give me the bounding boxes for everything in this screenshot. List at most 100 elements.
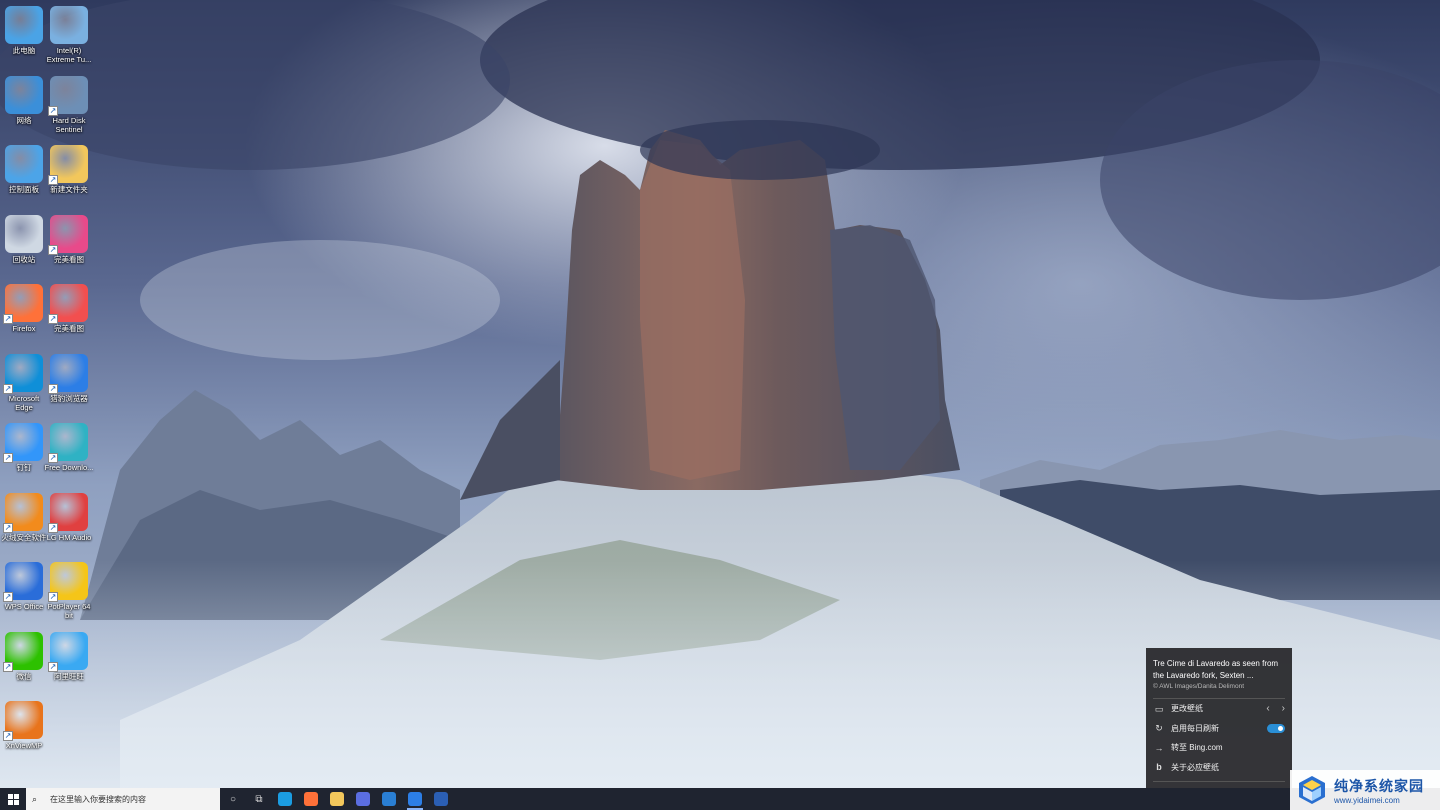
shortcut-arrow-icon: ↗ <box>3 314 13 324</box>
desktop-icon-label: 猎豹浏览器 <box>50 393 88 403</box>
desktop-icon[interactable]: ↗ WPS Office <box>0 558 48 626</box>
desktop-icon-label: Hard Disk Sentinel <box>52 115 86 134</box>
shortcut-arrow-icon: ↗ <box>3 731 13 741</box>
firefox-icon: ↗ <box>3 284 43 324</box>
about-bing-label: 关于必应壁纸 <box>1171 762 1219 772</box>
shortcut-arrow-icon: ↗ <box>3 661 13 672</box>
shortcut-arrow-icon: ↗ <box>3 592 13 602</box>
shortcut-arrow-icon: ↗ <box>3 453 13 463</box>
taskbar-app[interactable] <box>350 788 376 810</box>
about-bing-row[interactable]: b 关于必应壁纸 <box>1146 758 1292 778</box>
start-button[interactable] <box>0 788 26 810</box>
recycle-bin-icon <box>5 214 43 253</box>
site-watermark: 纯净系统家园 www.yidaimei.com <box>1290 770 1440 810</box>
daily-refresh-row[interactable]: ↻ 启用每日刷新 <box>1146 719 1292 739</box>
task-view-icon: ⧉ <box>255 793 263 805</box>
taskbar-app[interactable] <box>324 788 350 810</box>
photo-viewer-icon: ↗ <box>48 284 88 324</box>
task-view-button[interactable]: ⧉ <box>246 788 272 810</box>
huorong-icon: ↗ <box>3 492 43 533</box>
desktop-icon[interactable]: 控制面板 <box>0 141 48 209</box>
network-icon <box>5 75 43 114</box>
taskbar-search-box[interactable]: ⌕ 在这里输入你要搜索的内容 <box>26 788 220 810</box>
desktop-icon-label: 新建文件夹 <box>50 185 88 194</box>
store-icon <box>356 792 370 806</box>
desktop-icon[interactable]: ↗ Free Downlo... <box>45 419 93 487</box>
goto-bing-row[interactable]: → 转至 Bing.com <box>1146 738 1292 758</box>
desktop-icon[interactable]: ↗ 微信 <box>0 628 48 696</box>
desktop-icon[interactable]: ↗ 火绒安全软件 <box>0 489 48 557</box>
desktop-icon[interactable]: ↗ 钉钉 <box>0 419 48 487</box>
dingtalk-icon: ↗ <box>3 423 43 463</box>
shortcut-arrow-icon: ↗ <box>48 383 58 394</box>
cortana-circle-icon: ○ <box>229 793 237 805</box>
desktop-icon-label: 回收站 <box>12 254 36 264</box>
change-wallpaper-label: 更改壁纸 <box>1171 704 1203 714</box>
word-icon <box>434 792 448 806</box>
desktop-icon-label: LG HM Audio <box>46 532 92 542</box>
intel-tuning-icon <box>50 6 88 44</box>
control-panel-icon <box>5 145 43 183</box>
shortcut-arrow-icon: ↗ <box>3 522 13 533</box>
folder-icon: ↗ <box>48 145 88 185</box>
desktop-icon[interactable]: ↗ LG HM Audio <box>45 489 93 557</box>
desktop-icon-label: 控制面板 <box>9 185 39 194</box>
file-explorer-icon <box>330 792 344 806</box>
watermark-logo-icon <box>1299 776 1325 804</box>
hard-disk-sentinel-icon: ↗ <box>48 75 88 116</box>
desktop-icon[interactable]: ↗ PotPlayer 64 bit <box>45 558 93 626</box>
taskbar-app[interactable] <box>272 788 298 810</box>
taskbar-app[interactable] <box>298 788 324 810</box>
taskbar-app[interactable] <box>376 788 402 810</box>
shortcut-arrow-icon: ↗ <box>48 175 58 185</box>
desktop-icon[interactable]: ↗ 阿里旺旺 <box>45 628 93 696</box>
desktop-icon[interactable]: 回收站 <box>0 211 48 279</box>
desktop-icon-grid: 此电脑 Intel(R) Extreme Tu... 网络 ↗ Hard Disk Se… <box>0 0 96 780</box>
desktop-icon-label: Microsoft Edge <box>8 393 40 412</box>
desktop-icon-label: Firefox <box>12 324 36 333</box>
desktop-icon[interactable]: ↗ Hard Disk Sentinel <box>45 72 93 140</box>
desktop-icon-label: 阿里旺旺 <box>54 671 84 681</box>
desktop-icon[interactable]: 网络 <box>0 72 48 140</box>
next-wallpaper-icon[interactable]: › <box>1282 703 1285 714</box>
desktop-icon-label: 火绒安全软件 <box>1 532 47 542</box>
shortcut-arrow-icon: ↗ <box>48 453 58 463</box>
edge-icon <box>278 792 292 806</box>
desktop-icon[interactable]: Intel(R) Extreme Tu... <box>45 2 93 70</box>
taskbar-app[interactable] <box>428 788 454 810</box>
divider <box>1153 781 1285 782</box>
potplayer-icon: ↗ <box>48 562 88 602</box>
shortcut-arrow-icon: ↗ <box>48 244 58 255</box>
desktop-icon[interactable]: ↗ Firefox <box>0 280 48 348</box>
wallpaper-title: Tre Cime di Lavaredo as seen from the La… <box>1153 659 1279 680</box>
desktop-icon-label: Free Downlo... <box>44 463 94 472</box>
desktop-icon[interactable]: ↗ 猎豹浏览器 <box>45 350 93 418</box>
bing-wallpaper-popup: Tre Cime di Lavaredo as seen from the La… <box>1146 648 1292 803</box>
desktop-icon-label: 此电脑 <box>12 46 36 55</box>
watermark-main-text: 纯净系统家园 <box>1334 778 1424 795</box>
desktop-icon[interactable]: 此电脑 <box>0 2 48 70</box>
refresh-icon: ↻ <box>1155 723 1163 734</box>
desktop-icon[interactable]: ↗ 完美看图 <box>45 280 93 348</box>
color-wheel-icon: ↗ <box>48 214 88 255</box>
image-icon: ▭ <box>1154 703 1164 714</box>
daily-refresh-toggle[interactable] <box>1267 723 1285 733</box>
desktop-icon-label: PotPlayer 64 bit <box>47 602 91 620</box>
bing-logo-icon: b <box>1156 762 1162 773</box>
shortcut-arrow-icon: ↗ <box>48 105 58 116</box>
wallpaper-copyright: © AWL Images/Danita Delimont <box>1153 683 1245 690</box>
taskbar-app[interactable] <box>402 788 428 810</box>
desktop-icon[interactable]: ↗ 新建文件夹 <box>45 141 93 209</box>
desktop-icon-label: 微信 <box>16 671 32 681</box>
pinned-apps <box>272 788 454 810</box>
cortana-button[interactable]: ○ <box>220 788 246 810</box>
desktop-icon[interactable]: ↗ XnViewMP <box>0 697 48 765</box>
desktop-icon[interactable]: ↗ 完美看图 <box>45 211 93 279</box>
previous-wallpaper-icon[interactable]: ‹ <box>1266 703 1269 714</box>
change-wallpaper-row[interactable]: ▭ 更改壁纸 ‹ › <box>1146 699 1292 719</box>
free-download-icon: ↗ <box>48 423 88 463</box>
arrow-right-icon: → <box>1154 742 1164 753</box>
wps-icon: ↗ <box>3 562 43 602</box>
desktop-icon-label: 完美看图 <box>54 254 84 264</box>
desktop-icon[interactable]: ↗ Microsoft Edge <box>0 350 48 418</box>
